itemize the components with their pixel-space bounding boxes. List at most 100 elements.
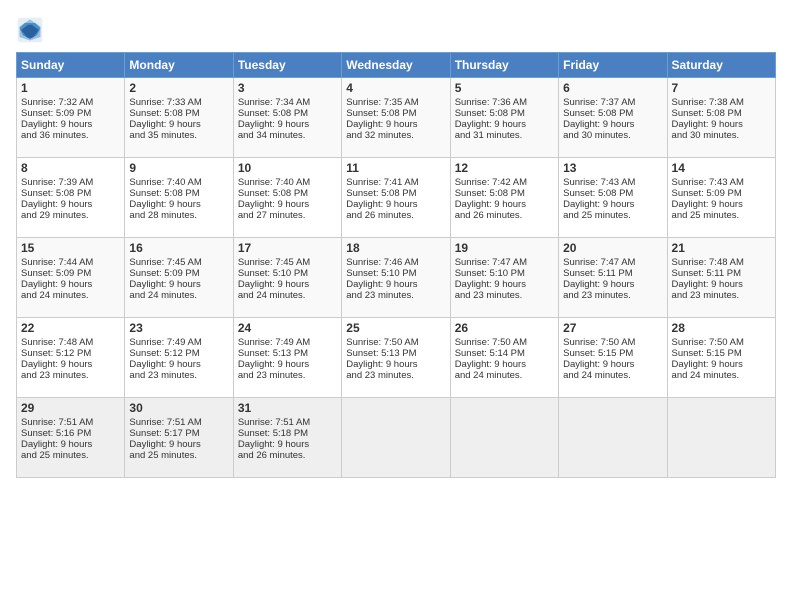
day-info-line: Sunrise: 7:50 AM — [346, 337, 445, 348]
day-info-line: Sunset: 5:08 PM — [455, 108, 554, 119]
day-info-line: Sunrise: 7:47 AM — [455, 257, 554, 268]
day-info-line: Sunset: 5:16 PM — [21, 428, 120, 439]
calendar-cell: 31Sunrise: 7:51 AMSunset: 5:18 PMDayligh… — [233, 398, 341, 478]
day-info-line: Sunset: 5:12 PM — [21, 348, 120, 359]
day-info-line: Daylight: 9 hours — [129, 199, 228, 210]
day-info-line: Sunset: 5:08 PM — [563, 188, 662, 199]
weekday-header-sunday: Sunday — [17, 53, 125, 78]
day-info-line: Daylight: 9 hours — [455, 199, 554, 210]
day-number: 2 — [129, 81, 228, 95]
day-number: 22 — [21, 321, 120, 335]
day-info-line: Sunset: 5:10 PM — [455, 268, 554, 279]
weekday-header-friday: Friday — [559, 53, 667, 78]
calendar-cell: 8Sunrise: 7:39 AMSunset: 5:08 PMDaylight… — [17, 158, 125, 238]
calendar-cell: 11Sunrise: 7:41 AMSunset: 5:08 PMDayligh… — [342, 158, 450, 238]
day-info-line: and 23 minutes. — [455, 290, 554, 301]
day-info-line: and 30 minutes. — [563, 130, 662, 141]
day-number: 3 — [238, 81, 337, 95]
day-info-line: Sunrise: 7:51 AM — [129, 417, 228, 428]
day-info-line: Sunrise: 7:50 AM — [455, 337, 554, 348]
day-info-line: Sunset: 5:08 PM — [672, 108, 771, 119]
calendar-cell — [667, 398, 775, 478]
day-info-line: Sunrise: 7:42 AM — [455, 177, 554, 188]
day-number: 27 — [563, 321, 662, 335]
day-info-line: Daylight: 9 hours — [672, 359, 771, 370]
calendar-week-row: 22Sunrise: 7:48 AMSunset: 5:12 PMDayligh… — [17, 318, 776, 398]
day-info-line: Sunset: 5:10 PM — [346, 268, 445, 279]
calendar-week-row: 15Sunrise: 7:44 AMSunset: 5:09 PMDayligh… — [17, 238, 776, 318]
day-info-line: Sunset: 5:08 PM — [346, 108, 445, 119]
calendar-table: SundayMondayTuesdayWednesdayThursdayFrid… — [16, 52, 776, 478]
day-info-line: Sunrise: 7:45 AM — [238, 257, 337, 268]
day-info-line: Sunset: 5:08 PM — [455, 188, 554, 199]
day-info-line: and 23 minutes. — [238, 370, 337, 381]
calendar-cell: 25Sunrise: 7:50 AMSunset: 5:13 PMDayligh… — [342, 318, 450, 398]
day-number: 1 — [21, 81, 120, 95]
day-info-line: Sunrise: 7:36 AM — [455, 97, 554, 108]
day-info-line: Sunrise: 7:46 AM — [346, 257, 445, 268]
day-info-line: Sunset: 5:10 PM — [238, 268, 337, 279]
day-info-line: Daylight: 9 hours — [346, 119, 445, 130]
day-info-line: Sunrise: 7:51 AM — [238, 417, 337, 428]
day-number: 8 — [21, 161, 120, 175]
day-info-line: Sunset: 5:08 PM — [238, 188, 337, 199]
day-info-line: and 23 minutes. — [672, 290, 771, 301]
day-info-line: Daylight: 9 hours — [455, 119, 554, 130]
calendar-cell: 15Sunrise: 7:44 AMSunset: 5:09 PMDayligh… — [17, 238, 125, 318]
calendar-week-row: 1Sunrise: 7:32 AMSunset: 5:09 PMDaylight… — [17, 78, 776, 158]
day-info-line: Daylight: 9 hours — [129, 359, 228, 370]
day-info-line: and 25 minutes. — [672, 210, 771, 221]
weekday-header-tuesday: Tuesday — [233, 53, 341, 78]
calendar-cell: 28 Sunrise: 7:50 AMSunset: 5:15 PMDayligh… — [667, 318, 775, 398]
day-info-line: Daylight: 9 hours — [238, 359, 337, 370]
day-info-line: Sunset: 5:08 PM — [238, 108, 337, 119]
day-info-line: Daylight: 9 hours — [672, 199, 771, 210]
day-info-line: Sunrise: 7:50 AM — [672, 337, 771, 348]
calendar-cell: 21Sunrise: 7:48 AMSunset: 5:11 PMDayligh… — [667, 238, 775, 318]
day-info-line: Sunset: 5:11 PM — [672, 268, 771, 279]
day-info-line: Sunrise: 7:48 AM — [672, 257, 771, 268]
calendar-cell: 9Sunrise: 7:40 AMSunset: 5:08 PMDaylight… — [125, 158, 233, 238]
day-number: 11 — [346, 161, 445, 175]
calendar-cell: 4Sunrise: 7:35 AMSunset: 5:08 PMDaylight… — [342, 78, 450, 158]
day-info-line: Sunrise: 7:47 AM — [563, 257, 662, 268]
day-number: 28 — [672, 321, 771, 335]
calendar-cell: 29Sunrise: 7:51 AMSunset: 5:16 PMDayligh… — [17, 398, 125, 478]
day-info-line: and 27 minutes. — [238, 210, 337, 221]
day-number: 20 — [563, 241, 662, 255]
day-info-line: Sunset: 5:15 PM — [672, 348, 771, 359]
day-info-line: and 23 minutes. — [563, 290, 662, 301]
day-number: 16 — [129, 241, 228, 255]
calendar-cell — [559, 398, 667, 478]
day-info-line: Sunrise: 7:45 AM — [129, 257, 228, 268]
day-number: 14 — [672, 161, 771, 175]
day-info-line: and 26 minutes. — [346, 210, 445, 221]
day-number: 17 — [238, 241, 337, 255]
calendar-cell: 20Sunrise: 7:47 AMSunset: 5:11 PMDayligh… — [559, 238, 667, 318]
day-number: 6 — [563, 81, 662, 95]
day-info-line: and 23 minutes. — [129, 370, 228, 381]
day-number: 9 — [129, 161, 228, 175]
day-info-line: Sunrise: 7:40 AM — [129, 177, 228, 188]
calendar-cell — [342, 398, 450, 478]
day-info-line: Sunset: 5:14 PM — [455, 348, 554, 359]
day-info-line: Sunrise: 7:49 AM — [129, 337, 228, 348]
calendar-cell: 5Sunrise: 7:36 AMSunset: 5:08 PMDaylight… — [450, 78, 558, 158]
day-info-line: and 35 minutes. — [129, 130, 228, 141]
day-number: 25 — [346, 321, 445, 335]
calendar-cell: 12Sunrise: 7:42 AMSunset: 5:08 PMDayligh… — [450, 158, 558, 238]
day-info-line: Daylight: 9 hours — [238, 119, 337, 130]
day-info-line: and 24 minutes. — [238, 290, 337, 301]
calendar-cell: 30Sunrise: 7:51 AMSunset: 5:17 PMDayligh… — [125, 398, 233, 478]
day-number: 4 — [346, 81, 445, 95]
day-info-line: and 28 minutes. — [129, 210, 228, 221]
calendar-cell — [450, 398, 558, 478]
calendar-cell: 23Sunrise: 7:49 AMSunset: 5:12 PMDayligh… — [125, 318, 233, 398]
day-info-line: Sunset: 5:09 PM — [672, 188, 771, 199]
calendar-cell: 24Sunrise: 7:49 AMSunset: 5:13 PMDayligh… — [233, 318, 341, 398]
day-info-line: Sunrise: 7:43 AM — [563, 177, 662, 188]
day-info-line: Sunrise: 7:33 AM — [129, 97, 228, 108]
day-info-line: Sunrise: 7:44 AM — [21, 257, 120, 268]
day-info-line: Daylight: 9 hours — [21, 439, 120, 450]
day-number: 23 — [129, 321, 228, 335]
